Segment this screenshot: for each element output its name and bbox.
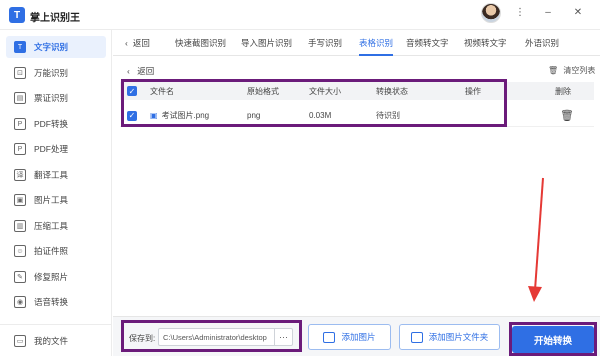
- add-image-button[interactable]: 添加图片: [308, 324, 391, 350]
- sidebar-item-my-files[interactable]: ▭ 我的文件: [6, 330, 106, 352]
- minimize-button[interactable]: –: [540, 4, 556, 20]
- start-button-highlight-box: [509, 322, 597, 356]
- tab-table-ocr[interactable]: 表格识别: [359, 30, 394, 56]
- header-delete: 删除: [555, 86, 571, 96]
- sidebar-item-label: 拍证件照: [34, 246, 69, 256]
- back-label: 返回: [137, 66, 155, 76]
- add-folder-button[interactable]: 添加图片文件夹: [399, 324, 500, 350]
- folder-icon: ▭: [14, 335, 26, 347]
- app-title: 掌上识别王: [30, 13, 80, 24]
- sidebar: T 文字识别 ⊡ 万能识别 ▤ 票证识别 P PDF转换 P PDF处理 译 翻…: [0, 30, 112, 356]
- tab-quick-screenshot[interactable]: 快速截图识别: [175, 30, 226, 56]
- sidebar-item-pdf-process[interactable]: P PDF处理: [6, 138, 106, 160]
- pdf-icon: P: [14, 118, 26, 130]
- chevron-left-icon: ‹: [125, 38, 128, 48]
- sidebar-item-compress[interactable]: ▥ 压缩工具: [6, 215, 106, 237]
- pdf-process-icon: P: [14, 143, 26, 155]
- avatar[interactable]: [481, 3, 501, 23]
- sidebar-item-image-tools[interactable]: ▣ 图片工具: [6, 189, 106, 211]
- bottom-bar: 保存到: C:\Users\Administrator\desktop ··· …: [113, 316, 600, 356]
- translate-icon: 译: [14, 169, 26, 181]
- sidebar-item-label: 语音转换: [34, 297, 69, 307]
- sidebar-item-text-ocr[interactable]: T 文字识别: [6, 36, 106, 58]
- annotation-arrow: [528, 177, 544, 302]
- add-folder-icon: [410, 331, 423, 343]
- clear-list-label: 清空列表: [563, 66, 596, 75]
- app-logo-icon: T: [9, 7, 25, 23]
- tab-bar: ‹ 返回 快速截图识别 导入图片识别 手写识别 表格识别 音频转文字 视频转文字…: [113, 30, 600, 56]
- sidebar-footer: ▭ 我的文件: [0, 324, 111, 356]
- add-folder-label: 添加图片文件夹: [428, 332, 489, 342]
- ticket-icon: ▤: [14, 92, 26, 104]
- sidebar-item-label: 翻译工具: [34, 170, 69, 180]
- compress-icon: ▥: [14, 220, 26, 232]
- tab-foreign-ocr[interactable]: 外语识别: [525, 30, 559, 56]
- table-highlight-box: [121, 79, 507, 127]
- sidebar-item-photo-repair[interactable]: ✎ 修复照片: [6, 266, 106, 288]
- sidebar-item-label: PDF转换: [34, 119, 69, 129]
- more-menu-icon[interactable]: ⋮: [512, 4, 528, 20]
- sidebar-item-id-photo[interactable]: ☺ 拍证件照: [6, 240, 106, 262]
- scan-icon: ⊡: [14, 67, 26, 79]
- save-path-highlight-box: [121, 320, 302, 352]
- sidebar-item-label: 压缩工具: [34, 221, 69, 231]
- tab-audio-to-text[interactable]: 音频转文字: [406, 30, 449, 56]
- id-photo-icon: ☺: [14, 245, 26, 257]
- sidebar-item-voice-convert[interactable]: ◉ 语音转换: [6, 291, 106, 313]
- close-button[interactable]: ✕: [570, 4, 586, 20]
- tab-video-to-text[interactable]: 视频转文字: [464, 30, 507, 56]
- text-t-icon: T: [14, 41, 26, 53]
- tab-handwriting[interactable]: 手写识别: [308, 30, 342, 56]
- sidebar-item-label: 万能识别: [34, 68, 69, 78]
- back-label: 返回: [132, 38, 150, 48]
- tab-back-button[interactable]: ‹ 返回: [125, 30, 150, 56]
- back-button[interactable]: ‹ 返回: [127, 65, 154, 77]
- sidebar-item-label: 文字识别: [34, 42, 69, 52]
- sidebar-item-label: 票证识别: [34, 93, 69, 103]
- sidebar-item-universal-ocr[interactable]: ⊡ 万能识别: [6, 62, 106, 84]
- clear-list-button[interactable]: 🗑 清空列表: [548, 65, 595, 76]
- sidebar-item-translate[interactable]: 译 翻译工具: [6, 164, 106, 186]
- add-image-label: 添加图片: [341, 332, 376, 342]
- trash-icon: 🗑: [548, 66, 559, 75]
- sidebar-item-label: 我的文件: [34, 336, 69, 346]
- image-icon: ▣: [14, 194, 26, 206]
- delete-icon[interactable]: 🗑: [560, 105, 574, 126]
- title-bar: T 掌上识别王 ⋮ – ✕: [0, 0, 600, 30]
- add-image-icon: [323, 331, 336, 343]
- sidebar-item-pdf-convert[interactable]: P PDF转换: [6, 113, 106, 135]
- chevron-left-icon: ‹: [127, 66, 130, 76]
- sidebar-item-ticket-ocr[interactable]: ▤ 票证识别: [6, 87, 106, 109]
- voice-icon: ◉: [14, 296, 26, 308]
- repair-icon: ✎: [14, 271, 26, 283]
- sidebar-item-label: PDF处理: [34, 144, 69, 154]
- sidebar-item-label: 图片工具: [34, 195, 69, 205]
- sidebar-item-label: 修复照片: [34, 272, 69, 282]
- tab-import-image[interactable]: 导入图片识别: [241, 30, 292, 56]
